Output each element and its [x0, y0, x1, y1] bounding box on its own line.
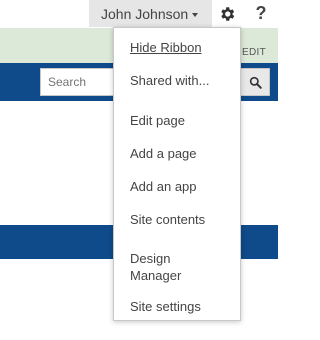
menu-item-add-a-page[interactable]: Add a page: [130, 145, 236, 162]
help-button[interactable]: ?: [244, 0, 278, 27]
menu-item-site-contents[interactable]: Site contents: [130, 211, 230, 228]
menu-item-edit-page[interactable]: Edit page: [130, 112, 236, 129]
menu-item-hide-ribbon[interactable]: Hide Ribbon: [130, 39, 236, 56]
gear-icon: [221, 6, 235, 21]
edit-link[interactable]: EDIT: [242, 47, 266, 58]
menu-item-design-manager[interactable]: Design Manager: [130, 250, 194, 284]
settings-dropdown-menu: Hide Ribbon Shared with... Edit page Add…: [113, 27, 241, 321]
settings-button[interactable]: [212, 0, 242, 27]
menu-item-shared-with[interactable]: Shared with...: [130, 72, 236, 89]
search-button[interactable]: [240, 68, 270, 96]
caret-down-icon: [192, 12, 199, 17]
menu-item-site-settings[interactable]: Site settings: [130, 298, 236, 315]
user-name: John Johnson: [101, 5, 189, 22]
magnifier-icon: [249, 76, 262, 89]
user-menu-button[interactable]: John Johnson: [89, 0, 212, 27]
menu-item-add-an-app[interactable]: Add an app: [130, 178, 236, 195]
